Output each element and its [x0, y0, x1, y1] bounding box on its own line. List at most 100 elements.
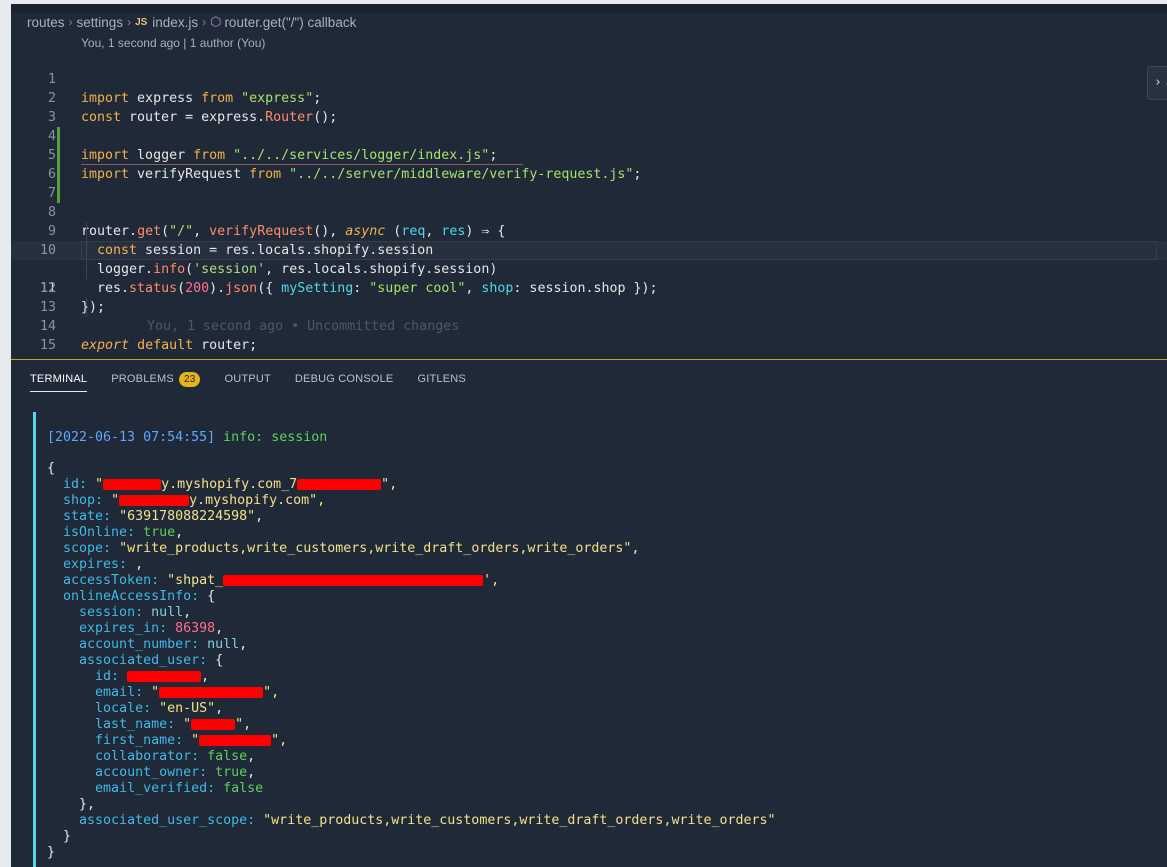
- code-line[interactable]: 2 const router = express.Router();: [11, 70, 1167, 125]
- code-line[interactable]: 9 logger.info('session', res.locals.shop…: [11, 203, 1167, 277]
- json-key: email_verified:: [95, 781, 216, 796]
- json-value: null: [207, 637, 240, 652]
- code-line[interactable]: 1 import express from "express";: [11, 51, 1167, 106]
- json-key: onlineAccessInfo:: [63, 589, 200, 604]
- json-line: id: " y.myshopify.com_7 ",: [47, 477, 776, 493]
- tab-gitlens[interactable]: GITLENS: [417, 368, 465, 392]
- json-value: "en-US": [159, 701, 216, 716]
- json-line: isOnline: true,: [63, 525, 184, 540]
- chevron-right-icon: ›: [68, 15, 73, 29]
- log-line: [2022-06-13 07:54:55] info: session: [47, 430, 776, 446]
- redaction-mark: [297, 478, 382, 490]
- json-value: ',: [483, 573, 500, 588]
- chevron-right-icon: ›: [127, 15, 132, 29]
- breadcrumb: routes › settings › JS index.js › ⬡ rout…: [11, 13, 356, 31]
- json-line: expires: ,: [47, 557, 776, 573]
- chevron-right-icon: ›: [202, 15, 207, 29]
- code-line[interactable]: 3 import logger from "../../services/log…: [11, 89, 1167, 163]
- json-key: expires:: [63, 557, 128, 572]
- json-line: id: ,: [47, 669, 776, 685]
- codelens-blame-header[interactable]: You, 1 second ago | 1 author (You): [81, 36, 265, 50]
- json-line: email_verified: false: [47, 781, 776, 797]
- tab-problems[interactable]: PROBLEMS 23: [111, 368, 201, 392]
- redaction-mark: [199, 734, 272, 746]
- json-line: shop: " y.myshopify.com",: [47, 493, 776, 509]
- json-line: accessToken: "shpat_ ',: [47, 573, 776, 589]
- json-key: associated_user:: [79, 653, 208, 668]
- json-value: true: [143, 525, 176, 540]
- code-editor[interactable]: You, 1 second ago | 1 author (You) 1 imp…: [11, 34, 1167, 360]
- json-value: ": [151, 685, 160, 700]
- panel-top-border[interactable]: [11, 359, 1167, 360]
- line-content: export default router;: [81, 336, 257, 355]
- json-punct: },: [79, 797, 96, 812]
- breadcrumb-item-settings[interactable]: settings: [77, 15, 124, 30]
- redaction-mark: [191, 718, 236, 730]
- json-key: isOnline:: [63, 525, 136, 540]
- json-line: session: null,: [79, 605, 192, 620]
- code-line[interactable]: 8 const session = res.locals.shopify.ses…: [11, 184, 1167, 258]
- panel-tab-bar: TERMINAL PROBLEMS 23 OUTPUT DEBUG CONSOLE…: [11, 368, 490, 392]
- json-key: accessToken:: [63, 573, 160, 588]
- redaction-mark: [119, 494, 190, 506]
- breadcrumb-item-file[interactable]: index.js: [152, 15, 198, 30]
- json-value: ",: [309, 493, 326, 508]
- json-value: y.myshopify.com_7: [161, 477, 298, 492]
- json-line: email: " ",: [47, 685, 776, 701]
- line-number: 15: [39, 338, 56, 353]
- json-key: locale:: [95, 701, 152, 716]
- json-value: ": [111, 493, 120, 508]
- current-line-highlight: [81, 241, 1157, 260]
- breadcrumb-item-routes[interactable]: routes: [27, 15, 65, 30]
- code-line[interactable]: 12 });: [11, 260, 1167, 315]
- json-line: }: [47, 845, 56, 860]
- json-value: true: [215, 765, 248, 780]
- code-line-current[interactable]: 11 You, 1 second ago • Uncommitted chang…: [11, 241, 1167, 334]
- code-line[interactable]: 13: [11, 279, 1167, 315]
- redaction-mark: [127, 670, 202, 682]
- json-key: associated_user_scope:: [79, 813, 256, 828]
- json-key: account_number:: [79, 637, 200, 652]
- problems-count-badge: 23: [178, 372, 201, 387]
- tab-debug-console[interactable]: DEBUG CONSOLE: [295, 368, 394, 392]
- json-value: ",: [235, 717, 252, 732]
- json-value: ": [95, 477, 104, 492]
- code-line[interactable]: 4 import verifyRequest from "../../serve…: [11, 108, 1167, 182]
- code-line[interactable]: 14 export default router;: [11, 298, 1167, 353]
- json-key: first_name:: [95, 733, 184, 748]
- vscode-window: routes › settings › JS index.js › ⬡ rout…: [11, 4, 1167, 867]
- json-key: shop:: [63, 493, 104, 508]
- terminal-output[interactable]: [2022-06-13 07:54:55] info: session { id…: [33, 412, 1153, 867]
- json-line: state: "639178088224598",: [63, 509, 264, 524]
- json-value: ",: [263, 685, 280, 700]
- json-key: session:: [79, 605, 144, 620]
- code-line[interactable]: 10 res.status(200).json({ mySetting: "su…: [11, 222, 1167, 296]
- json-line: scope: "write_products,write_customers,w…: [63, 541, 640, 556]
- code-line[interactable]: 6 router.get("/", verifyRequest(), async…: [11, 146, 1167, 239]
- json-line: associated_user: {: [47, 653, 776, 669]
- json-value: null: [151, 605, 184, 620]
- code-line[interactable]: 15: [11, 317, 1167, 353]
- redaction-mark: [223, 574, 484, 586]
- json-line: first_name: " ",: [47, 733, 776, 749]
- json-punct: {: [207, 589, 216, 604]
- json-line: account_owner: true,: [95, 765, 256, 780]
- code-line[interactable]: 7: [11, 165, 1167, 201]
- tab-output[interactable]: OUTPUT: [224, 368, 270, 392]
- json-value: ": [191, 733, 200, 748]
- code-line[interactable]: 5: [11, 127, 1167, 184]
- terminal-active-indicator: [33, 412, 36, 867]
- tab-terminal[interactable]: TERMINAL: [30, 368, 88, 392]
- json-line: }: [47, 829, 776, 845]
- json-punct: ,: [201, 669, 210, 684]
- json-line: last_name: " ",: [47, 717, 776, 733]
- json-line: {: [47, 461, 56, 476]
- side-panel-toggle[interactable]: ›a: [1147, 66, 1167, 100]
- json-key: collaborator:: [95, 749, 200, 764]
- log-level: info:: [223, 430, 264, 445]
- json-line: },: [47, 797, 776, 813]
- breadcrumb-item-symbol[interactable]: router.get("/") callback: [224, 15, 356, 30]
- token: export: [81, 338, 130, 353]
